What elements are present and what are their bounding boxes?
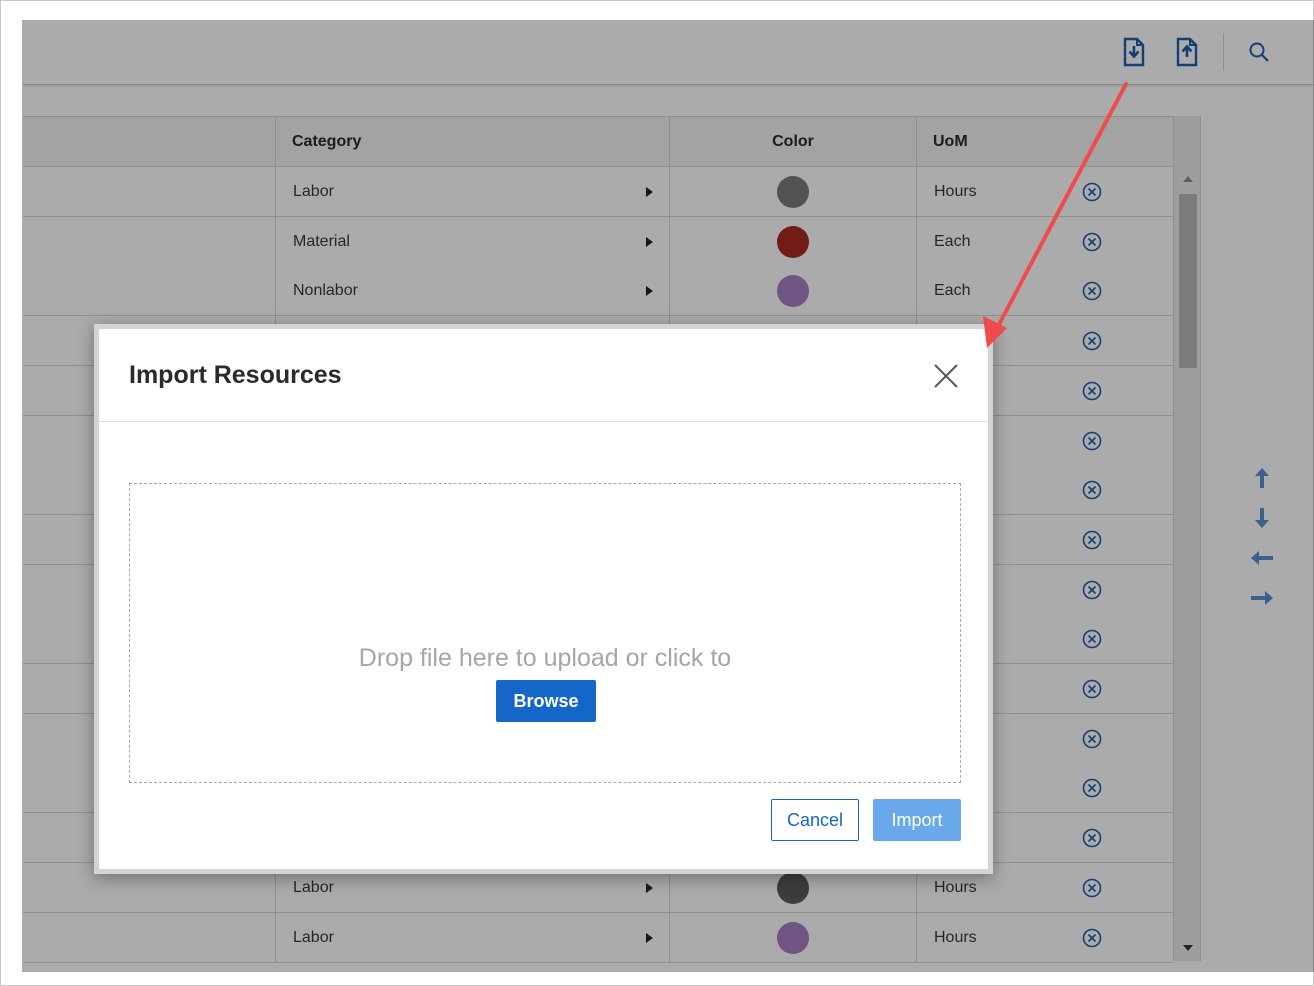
header-color[interactable]: Color — [670, 117, 917, 167]
color-swatch[interactable] — [777, 871, 809, 904]
move-up-button[interactable] — [1247, 461, 1277, 495]
arrow-left-icon — [1251, 551, 1273, 565]
search-icon — [1249, 42, 1269, 62]
table-row[interactable]: Labor Hours — [23, 912, 1173, 963]
remove-row-icon[interactable] — [1082, 778, 1102, 798]
close-button[interactable] — [931, 361, 961, 391]
cell-color[interactable] — [670, 167, 917, 216]
header-uom[interactable]: UoM — [917, 117, 1173, 167]
remove-row-icon[interactable] — [1082, 828, 1102, 848]
caret-right-icon[interactable] — [646, 882, 653, 893]
header-category[interactable]: Category — [276, 117, 670, 167]
cell-category[interactable]: Material — [276, 216, 670, 266]
scrollbar-thumb[interactable] — [1179, 194, 1197, 368]
remove-row-icon[interactable] — [1082, 331, 1102, 351]
category-text: Nonlabor — [293, 282, 358, 300]
dropzone-text: Drop file here to upload or click to — [358, 644, 732, 672]
file-import-icon — [1123, 37, 1145, 67]
color-swatch[interactable] — [777, 275, 809, 308]
import-button[interactable]: Import — [873, 799, 961, 841]
cell-uom[interactable]: Hours — [917, 913, 1173, 962]
color-swatch[interactable] — [777, 225, 809, 258]
scroll-down-icon[interactable] — [1174, 938, 1202, 958]
toolbar — [23, 21, 1313, 85]
toolbar-separator — [1223, 33, 1224, 71]
file-dropzone[interactable]: Drop file here to upload or click to Bro… — [129, 483, 961, 783]
cell-name[interactable] — [23, 912, 276, 962]
cell-name[interactable] — [23, 216, 276, 266]
table-row[interactable]: Material Each — [23, 216, 1173, 267]
cell-uom[interactable]: Each — [917, 266, 1173, 315]
move-left-button[interactable] — [1247, 541, 1277, 575]
table-row[interactable]: Labor Hours — [23, 167, 1173, 217]
remove-row-icon[interactable] — [1082, 530, 1102, 550]
remove-row-icon[interactable] — [1082, 878, 1102, 898]
remove-row-icon[interactable] — [1082, 431, 1102, 451]
import-file-button[interactable] — [1120, 35, 1148, 69]
table-row[interactable]: Nonlabor Each — [23, 266, 1173, 317]
grid-header: Category Color UoM — [23, 116, 1173, 167]
caret-right-icon[interactable] — [646, 932, 653, 943]
cell-color[interactable] — [670, 266, 917, 316]
category-text: Labor — [293, 928, 334, 946]
color-swatch[interactable] — [777, 176, 809, 208]
cell-color[interactable] — [670, 912, 917, 962]
remove-row-icon[interactable] — [1082, 281, 1102, 301]
remove-row-icon[interactable] — [1082, 928, 1102, 948]
uom-text: Each — [934, 282, 971, 300]
uom-text: Hours — [934, 183, 977, 200]
remove-row-icon[interactable] — [1082, 480, 1102, 500]
caret-right-icon[interactable] — [646, 236, 653, 247]
import-resources-dialog: Import Resources Drop file here to uploa… — [94, 324, 993, 874]
remove-row-icon[interactable] — [1082, 629, 1102, 649]
header-name — [23, 117, 276, 167]
cell-category[interactable]: Labor — [276, 167, 670, 216]
file-export-icon — [1176, 37, 1198, 67]
cell-name[interactable] — [23, 167, 276, 216]
browse-button[interactable]: Browse — [496, 680, 596, 722]
move-right-button[interactable] — [1247, 581, 1277, 615]
category-text: Labor — [293, 878, 334, 896]
remove-row-icon[interactable] — [1082, 580, 1102, 600]
category-text: Labor — [293, 183, 334, 200]
cell-category[interactable]: Labor — [276, 912, 670, 962]
cell-color[interactable] — [670, 216, 917, 266]
cell-uom[interactable]: Hours — [917, 167, 1173, 216]
row-nav-arrows — [1247, 461, 1277, 621]
arrow-down-icon — [1255, 508, 1269, 528]
color-swatch[interactable] — [777, 921, 809, 954]
close-icon — [934, 364, 958, 388]
uom-text: Hours — [934, 928, 977, 946]
export-file-button[interactable] — [1173, 35, 1201, 69]
cell-category[interactable]: Nonlabor — [276, 266, 670, 316]
caret-right-icon[interactable] — [646, 187, 653, 197]
caret-right-icon[interactable] — [646, 286, 653, 297]
move-down-button[interactable] — [1247, 501, 1277, 535]
remove-row-icon[interactable] — [1082, 729, 1102, 749]
vertical-scrollbar[interactable] — [1173, 116, 1201, 961]
cancel-button[interactable]: Cancel — [771, 799, 859, 841]
uom-text: Each — [934, 232, 971, 250]
scroll-up-icon[interactable] — [1174, 168, 1202, 188]
search-button[interactable] — [1245, 35, 1273, 69]
cell-name[interactable] — [23, 266, 276, 316]
cell-uom[interactable]: Each — [917, 217, 1173, 266]
category-text: Material — [293, 232, 350, 250]
remove-row-icon[interactable] — [1082, 182, 1102, 202]
remove-row-icon[interactable] — [1082, 679, 1102, 699]
arrow-right-icon — [1251, 591, 1273, 605]
arrow-up-icon — [1255, 468, 1269, 488]
remove-row-icon[interactable] — [1082, 381, 1102, 401]
dialog-divider — [99, 421, 988, 422]
remove-row-icon[interactable] — [1082, 232, 1102, 252]
uom-text: Hours — [934, 878, 977, 896]
dialog-title: Import Resources — [129, 361, 342, 389]
